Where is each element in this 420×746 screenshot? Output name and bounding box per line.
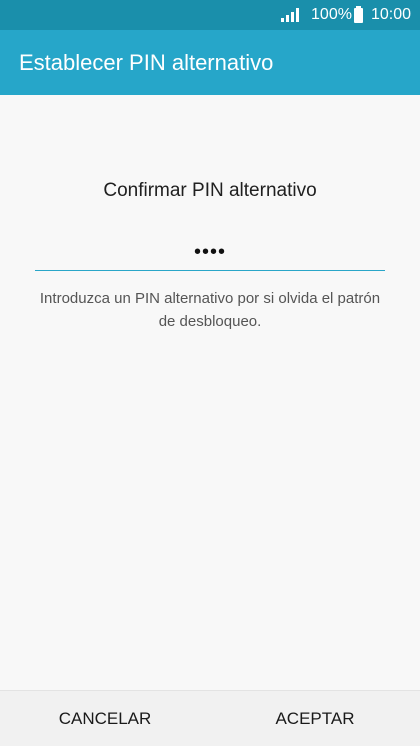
bottom-action-bar: CANCELAR ACEPTAR bbox=[0, 690, 420, 746]
battery-icon bbox=[353, 5, 363, 23]
helper-text: Introduzca un PIN alternativo por si olv… bbox=[39, 290, 381, 330]
status-bar: 100% 10:00 bbox=[0, 0, 420, 30]
pin-input[interactable]: •••• bbox=[35, 235, 385, 271]
page-title: Establecer PIN alternativo bbox=[19, 49, 274, 75]
pin-heading: Confirmar PIN alternativo bbox=[103, 180, 317, 201]
signal-icon bbox=[281, 8, 300, 22]
pin-input-value: •••• bbox=[193, 241, 226, 263]
battery-percentage: 100% bbox=[311, 6, 352, 23]
app-bar: Establecer PIN alternativo bbox=[0, 30, 420, 95]
pin-setup-content: Confirmar PIN alternativo •••• Introduzc… bbox=[0, 95, 420, 690]
accept-button[interactable]: ACEPTAR bbox=[210, 691, 420, 746]
cancel-button[interactable]: CANCELAR bbox=[0, 691, 210, 746]
status-time: 10:00 bbox=[370, 6, 411, 23]
